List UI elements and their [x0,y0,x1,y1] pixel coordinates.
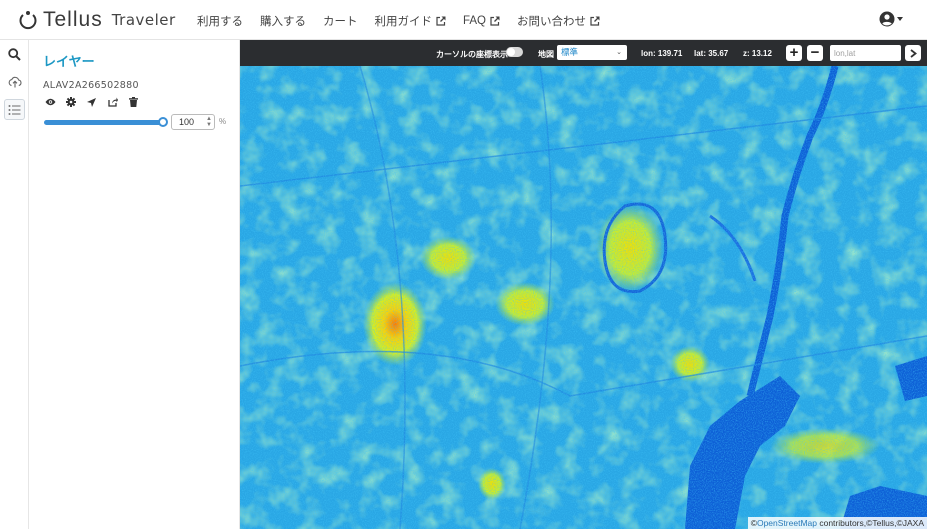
rail-upload-button[interactable] [4,71,25,92]
nav-item-1[interactable]: 購入する [260,13,306,29]
panel-title: レイヤー [43,54,95,69]
map-attribution: ©OpenStreetMap contributors,©Tellus,©JAX… [747,517,927,529]
lon-readout: lon: 139.71 [641,49,683,58]
share-icon [108,97,118,107]
base-map-value: 標準 [561,47,579,57]
layer-settings-button[interactable] [66,96,87,108]
nav-item-5[interactable]: お問い合わせ [517,13,600,29]
map-view[interactable]: カーソルの座標表示 地図 標準 ⌄ lon: 139.71 lat: 35.67… [240,40,927,529]
map-label: 地図 [538,50,554,59]
coordinate-input[interactable] [830,45,901,61]
account-menu[interactable] [879,11,903,27]
chevron-down-icon [897,17,903,21]
external-link-icon [590,16,600,26]
zoom-to-layer-button[interactable] [87,96,108,108]
map-toolbar: カーソルの座標表示 地図 標準 ⌄ lon: 139.71 lat: 35.67… [240,40,927,66]
nav-item-0[interactable]: 利用する [197,13,243,29]
upload-cloud-icon [8,76,22,87]
toggle-visibility-button[interactable] [45,96,66,108]
external-link-icon [490,16,500,26]
account-circle-icon [879,11,895,27]
opacity-unit: % [219,117,227,126]
satellite-heatmap[interactable] [240,66,927,529]
zoom-readout: z: 13.12 [743,49,772,58]
nav-item-label: 利用ガイド [374,16,433,28]
share-layer-button[interactable] [108,96,129,108]
opacity-slider[interactable] [44,120,165,125]
opacity-slider-handle[interactable] [158,117,168,127]
nav-item-label: 購入する [260,16,306,28]
opacity-value: 100 [179,117,195,127]
rail-layers-button[interactable] [4,99,25,120]
go-to-coordinate-button[interactable] [905,45,921,61]
nav-item-2[interactable]: カート [323,13,358,29]
app-header: Tellus Traveler 利用する 購入する カート 利用ガイド FAQ お問い合わ… [0,0,927,40]
nav-item-label: FAQ [463,15,487,27]
opacity-input[interactable]: 100 ▲ ▼ [171,114,215,130]
cursor-coords-toggle[interactable] [506,47,523,57]
cursor-coords-label: カーソルの座標表示 [436,50,508,59]
nav-item-4[interactable]: FAQ [463,13,500,29]
layer-list-icon [8,104,21,115]
chevron-down-icon: ⌄ [616,49,622,56]
nav-item-label: 利用する [197,16,243,28]
layer-panel: レイヤー ALAV2A266502880 100 ▲ ▼ % [30,40,240,529]
delete-layer-button[interactable] [129,96,150,108]
layer-name: ALAV2A266502880 [43,80,139,91]
rail-search-button[interactable] [4,44,25,65]
osm-link[interactable]: OpenStreetMap [757,518,817,528]
zoom-out-button[interactable]: − [807,45,823,61]
nav-item-label: お問い合わせ [517,16,587,28]
nav-item-3[interactable]: 利用ガイド [375,13,447,29]
trash-icon [129,97,138,107]
gear-icon [66,97,76,107]
logo-text: Tellus [43,8,103,31]
tellus-logo-icon [19,11,37,30]
search-icon [8,48,21,61]
layer-tools [45,96,150,108]
lat-readout: lat: 35.67 [694,49,729,58]
location-arrow-icon [87,97,96,107]
left-rail [0,40,29,529]
external-link-icon [436,16,446,26]
eye-icon [45,98,56,106]
chevron-right-icon [909,48,917,58]
tellus-logo[interactable]: Tellus Traveler [18,8,176,31]
logo-subtitle: Traveler [111,11,176,29]
nav-item-label: カート [323,16,358,28]
attribution-rest: contributors,©Tellus,©JAXA [816,518,924,528]
main-nav: 利用する 購入する カート 利用ガイド FAQ お問い合わせ [197,13,617,29]
opacity-stepper[interactable]: ▲ ▼ [206,116,212,128]
base-map-select[interactable]: 標準 ⌄ [557,45,627,60]
zoom-in-button[interactable]: + [786,45,802,61]
